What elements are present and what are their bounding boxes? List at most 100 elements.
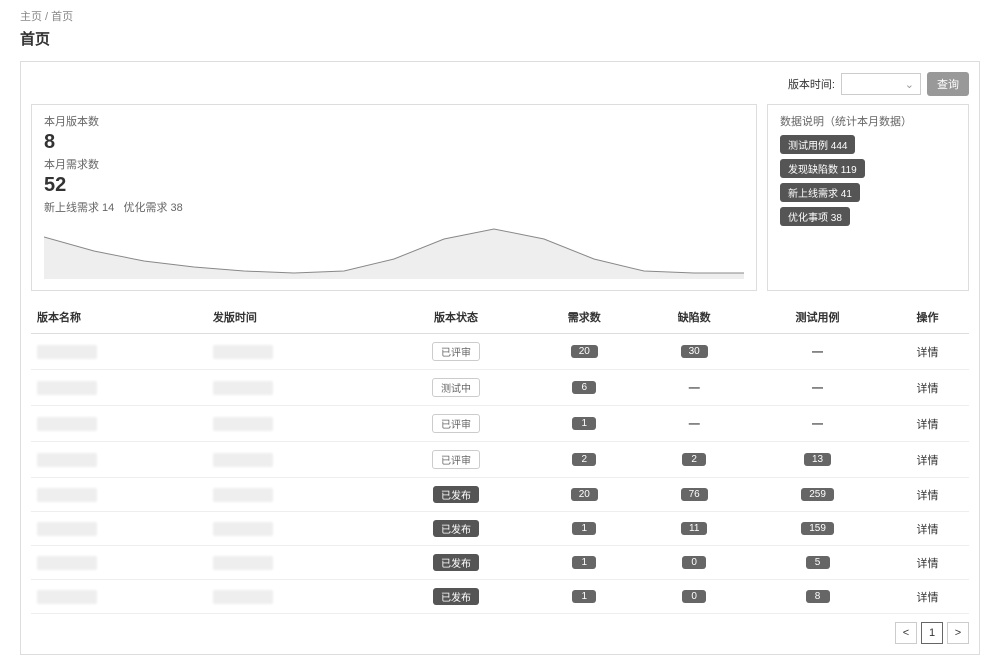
release-time-cell: xxxxxx (207, 406, 383, 442)
version-time-select[interactable]: ⌄ (841, 73, 921, 95)
month-version-value: 8 (44, 131, 744, 154)
status-cell: 已发布 (383, 580, 530, 614)
col-header-2: 版本状态 (383, 301, 530, 334)
breadcrumb-current: 首页 (51, 11, 73, 23)
action-cell[interactable]: 详情 (886, 478, 969, 512)
detail-link[interactable]: 详情 (916, 490, 938, 502)
status-cell: 已发布 (383, 512, 530, 546)
defect-count-cell: — (639, 406, 749, 442)
version-table: 版本名称发版时间版本状态需求数缺陷数测试用例操作 xxxxxxxxxxxxxx已… (31, 301, 969, 614)
req-count-cell: 20 (529, 478, 639, 512)
status-cell: 已发布 (383, 546, 530, 580)
breadcrumb-home[interactable]: 主页 (20, 11, 42, 23)
release-time-cell: xxxxxx (207, 478, 383, 512)
action-cell[interactable]: 详情 (886, 580, 969, 614)
col-header-4: 缺陷数 (639, 301, 749, 334)
req-count-cell: 6 (529, 370, 639, 406)
detail-link[interactable]: 详情 (916, 419, 938, 431)
info-pill-3: 优化事项 38 (780, 207, 850, 226)
table-row: xxxxxxxxxxxxxx已评审1——详情 (31, 406, 969, 442)
defect-count-cell: 0 (639, 580, 749, 614)
req-count-cell: 1 (529, 580, 639, 614)
status-cell: 已评审 (383, 442, 530, 478)
action-cell[interactable]: 详情 (886, 442, 969, 478)
req-count-cell: 1 (529, 512, 639, 546)
trend-chart (44, 219, 744, 279)
col-header-5: 测试用例 (749, 301, 886, 334)
detail-link[interactable]: 详情 (916, 558, 938, 570)
query-button[interactable]: 查询 (927, 72, 969, 96)
pagination: < 1 > (31, 622, 969, 644)
testcase-count-cell: 13 (749, 442, 886, 478)
req-count-cell: 1 (529, 546, 639, 580)
filter-label: 版本时间: (788, 76, 835, 92)
status-cell: 已发布 (383, 478, 530, 512)
col-header-6: 操作 (886, 301, 969, 334)
defect-count-cell: 11 (639, 512, 749, 546)
action-cell[interactable]: 详情 (886, 512, 969, 546)
version-name-cell: xxxxxxxx (31, 370, 207, 406)
main-panel: 版本时间: ⌄ 查询 本月版本数 8 本月需求数 52 新上线需求 14 优化需… (20, 61, 980, 655)
page-prev-button[interactable]: < (895, 622, 917, 644)
table-row: xxxxxxxxxxxxxx已发布111159详情 (31, 512, 969, 546)
release-time-cell: xxxxxx (207, 334, 383, 370)
action-cell[interactable]: 详情 (886, 370, 969, 406)
testcase-count-cell: — (749, 370, 886, 406)
optimize-req: 优化需求 38 (123, 202, 182, 214)
status-cell: 已评审 (383, 406, 530, 442)
detail-link[interactable]: 详情 (916, 524, 938, 536)
detail-link[interactable]: 详情 (916, 383, 938, 395)
detail-link[interactable]: 详情 (916, 455, 938, 467)
action-cell[interactable]: 详情 (886, 546, 969, 580)
info-pill-1: 发现缺陷数 119 (780, 159, 865, 178)
data-info-box: 数据说明（统计本月数据） 测试用例 444发现缺陷数 119新上线需求 41优化… (767, 104, 969, 291)
filter-bar: 版本时间: ⌄ 查询 (31, 72, 969, 96)
new-online-req: 新上线需求 14 (44, 202, 114, 214)
defect-count-cell: 2 (639, 442, 749, 478)
version-name-cell: xxxxxxxx (31, 442, 207, 478)
testcase-count-cell: 159 (749, 512, 886, 546)
defect-count-cell: 30 (639, 334, 749, 370)
col-header-3: 需求数 (529, 301, 639, 334)
detail-link[interactable]: 详情 (916, 347, 938, 359)
req-count-cell: 20 (529, 334, 639, 370)
testcase-count-cell: — (749, 406, 886, 442)
status-cell: 已评审 (383, 334, 530, 370)
version-name-cell: xxxxxxxx (31, 478, 207, 512)
version-name-cell: xxxxxxxx (31, 512, 207, 546)
stats-box: 本月版本数 8 本月需求数 52 新上线需求 14 优化需求 38 (31, 104, 757, 291)
chevron-down-icon: ⌄ (905, 78, 914, 91)
defect-count-cell: 76 (639, 478, 749, 512)
table-row: xxxxxxxxxxxxxx已评审2213详情 (31, 442, 969, 478)
testcase-count-cell: — (749, 334, 886, 370)
defect-count-cell: — (639, 370, 749, 406)
breadcrumb: 主页 / 首页 (20, 8, 980, 24)
testcase-count-cell: 5 (749, 546, 886, 580)
release-time-cell: xxxxxx (207, 370, 383, 406)
page-next-button[interactable]: > (947, 622, 969, 644)
info-pill-0: 测试用例 444 (780, 135, 855, 154)
release-time-cell: xxxxxx (207, 442, 383, 478)
data-info-title: 数据说明（统计本月数据） (780, 113, 956, 129)
table-row: xxxxxxxxxxxxxx已评审2030—详情 (31, 334, 969, 370)
release-time-cell: xxxxxx (207, 512, 383, 546)
action-cell[interactable]: 详情 (886, 334, 969, 370)
version-name-cell: xxxxxxxx (31, 580, 207, 614)
release-time-cell: xxxxxx (207, 546, 383, 580)
release-time-cell: xxxxxx (207, 580, 383, 614)
req-count-cell: 2 (529, 442, 639, 478)
version-name-cell: xxxxxxxx (31, 334, 207, 370)
table-row: xxxxxxxxxxxxxx已发布108详情 (31, 580, 969, 614)
page-1-button[interactable]: 1 (921, 622, 943, 644)
req-count-cell: 1 (529, 406, 639, 442)
month-version-label: 本月版本数 (44, 113, 744, 129)
col-header-0: 版本名称 (31, 301, 207, 334)
month-req-value: 52 (44, 174, 744, 197)
action-cell[interactable]: 详情 (886, 406, 969, 442)
page-title: 首页 (20, 28, 980, 49)
defect-count-cell: 0 (639, 546, 749, 580)
table-row: xxxxxxxxxxxxxx已发布2076259详情 (31, 478, 969, 512)
detail-link[interactable]: 详情 (916, 592, 938, 604)
testcase-count-cell: 259 (749, 478, 886, 512)
status-cell: 测试中 (383, 370, 530, 406)
